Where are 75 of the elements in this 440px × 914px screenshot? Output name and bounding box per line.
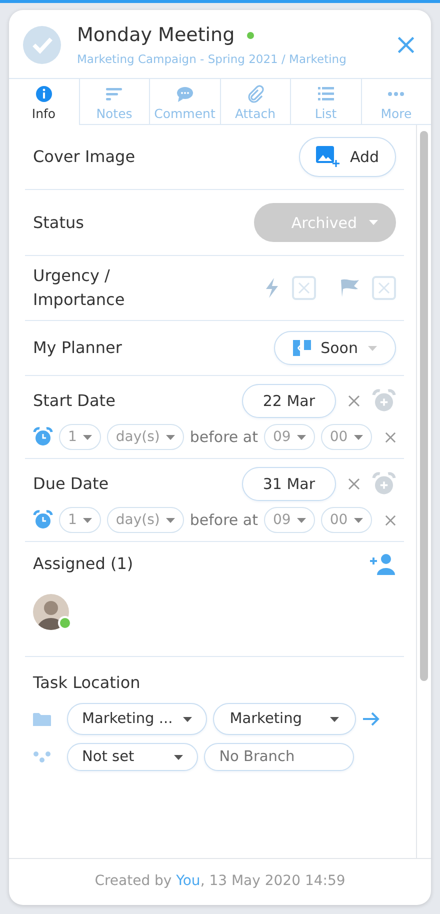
caret-icon <box>174 754 184 760</box>
workflow-dropdown[interactable]: Not set <box>67 743 198 771</box>
add-alarm-icon[interactable] <box>372 389 396 413</box>
add-alarm-icon[interactable] <box>372 472 396 496</box>
alarm-clock-icon[interactable] <box>33 427 53 447</box>
tab[interactable]: Info <box>9 79 78 125</box>
scrollbar[interactable] <box>420 131 428 681</box>
field-label: Urgency / Importance <box>33 265 126 311</box>
minute-dropdown[interactable]: 00 <box>320 424 372 450</box>
section-title: Assigned (1) <box>33 553 134 575</box>
field-label: My Planner <box>33 337 122 359</box>
hour-dropdown[interactable]: 09 <box>264 507 315 533</box>
branch-field[interactable]: No Branch <box>204 743 354 771</box>
project-dropdown[interactable]: Marketing ... <box>67 703 207 735</box>
workflow-icon <box>33 751 51 763</box>
cross-icon <box>298 282 310 294</box>
list-icon <box>316 85 335 103</box>
comment-icon <box>176 85 194 103</box>
planner-dropdown[interactable]: Soon <box>274 331 396 365</box>
urgent-checkbox[interactable] <box>292 276 316 300</box>
caret-icon <box>182 716 192 722</box>
remove-reminder-button[interactable] <box>385 432 396 442</box>
amount-dropdown[interactable]: 1 <box>59 424 101 450</box>
author-link[interactable]: You <box>176 873 200 889</box>
caret-icon <box>82 518 92 522</box>
caret-icon <box>296 518 306 522</box>
close-button[interactable] <box>395 34 417 56</box>
add-person-icon[interactable] <box>370 553 396 575</box>
remove-reminder-button[interactable] <box>385 514 396 526</box>
paperclip-icon <box>246 85 264 103</box>
flag-icon <box>340 278 360 298</box>
avatar-silhouette[interactable] <box>33 594 69 630</box>
caret-icon <box>354 434 363 440</box>
cross-icon <box>378 282 390 294</box>
breadcrumb[interactable]: Marketing Campaign - Spring 2021 / Marketing <box>77 52 379 66</box>
amount-dropdown[interactable]: 1 <box>59 507 101 533</box>
arrow-right-icon[interactable] <box>362 711 380 727</box>
caret-icon <box>166 518 175 522</box>
section-title: Task Location <box>33 672 142 694</box>
reminder-text: before at <box>190 511 258 529</box>
field-label: Due Date <box>33 473 109 495</box>
minute-dropdown[interactable]: 00 <box>320 507 372 533</box>
date-field[interactable]: 22 Mar <box>242 384 336 418</box>
more-icon <box>387 91 406 97</box>
notes-icon <box>105 85 124 103</box>
hour-dropdown[interactable]: 09 <box>264 424 315 450</box>
check-icon[interactable] <box>23 26 61 64</box>
caret-icon <box>296 434 306 440</box>
field-label: Start Date <box>33 390 116 412</box>
lightning-icon <box>264 278 280 298</box>
caret-icon <box>166 434 175 440</box>
info-icon <box>34 85 53 103</box>
task-title: Monday Meeting <box>77 24 235 46</box>
field-label: Status <box>33 212 84 234</box>
list-dropdown[interactable]: Marketing <box>212 703 356 735</box>
unit-dropdown[interactable]: day(s) <box>106 424 184 450</box>
caret-icon <box>354 518 363 522</box>
clear-date-button[interactable] <box>348 478 360 490</box>
unit-dropdown[interactable]: day(s) <box>106 507 184 533</box>
reminder-text: before at <box>190 428 258 446</box>
planner-icon <box>292 339 311 357</box>
alarm-clock-icon[interactable] <box>33 510 53 530</box>
caret-icon <box>369 220 378 225</box>
tab[interactable]: More <box>360 79 431 125</box>
caret-icon <box>82 434 92 440</box>
field-label: Cover Image <box>33 146 136 168</box>
caret-icon <box>330 716 339 722</box>
add-image-icon <box>316 146 340 168</box>
clear-date-button[interactable] <box>348 395 360 407</box>
date-field[interactable]: 31 Mar <box>242 467 336 501</box>
caret-icon <box>368 346 377 350</box>
add-cover-button[interactable]: Add <box>298 137 396 177</box>
important-checkbox[interactable] <box>372 276 396 300</box>
created-text: Created by You, 13 May 2020 14:59 <box>94 873 346 889</box>
folder-icon <box>33 712 51 726</box>
